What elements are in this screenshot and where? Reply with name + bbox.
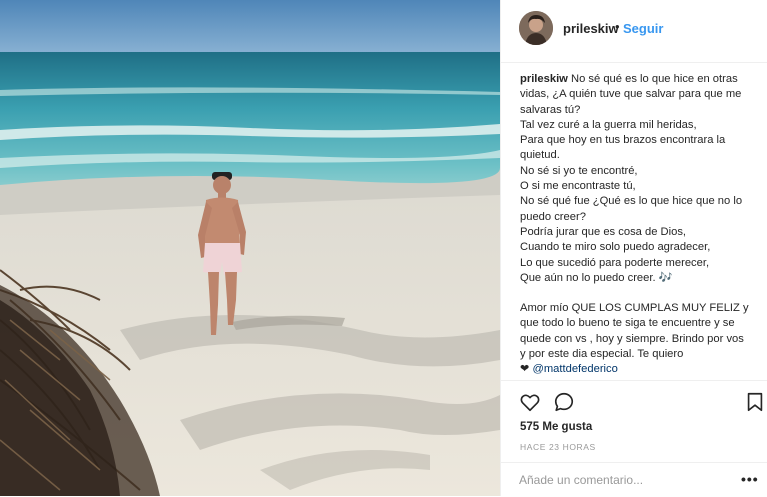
like-button[interactable] — [519, 391, 541, 413]
beach-scene-image — [0, 0, 500, 496]
caption-line: Podría jurar que es cosa de Dios, — [520, 225, 687, 238]
save-button[interactable] — [744, 391, 766, 413]
profile-photo-icon — [519, 11, 553, 45]
caption-line: Lo que sucedió para poderte merecer, — [520, 256, 710, 269]
more-options-ellipsis-icon[interactable]: ••• — [741, 471, 759, 487]
caption-line: Que aún no lo puedo creer. 🎶 — [520, 271, 673, 284]
instagram-post: prileskiw • Seguir prileskiw No sé qué e… — [0, 0, 767, 496]
follow-button[interactable]: Seguir — [623, 21, 663, 36]
header-username[interactable]: prileskiw — [563, 21, 619, 36]
caption-first-line: prileskiw No sé qué es lo que hice en ot… — [520, 72, 752, 118]
post-header: prileskiw • Seguir — [501, 0, 767, 63]
comment-button[interactable] — [553, 391, 575, 413]
caption-username[interactable]: prileskiw — [520, 73, 568, 85]
post-actions: 575 Me gusta HACE 23 HORAS — [501, 380, 767, 459]
post-sidebar: prileskiw • Seguir prileskiw No sé qué e… — [500, 0, 767, 496]
caption-line: No sé qué fue ¿Qué es lo que hice que no… — [520, 195, 743, 223]
speech-bubble-icon — [554, 392, 574, 412]
bookmark-icon — [747, 392, 763, 412]
caption: prileskiw No sé qué es lo que hice en ot… — [520, 72, 752, 378]
caption-fade — [520, 372, 752, 378]
post-photo[interactable] — [0, 0, 500, 496]
caption-line: Para que hoy en tus brazos encontrara la… — [520, 134, 726, 162]
comment-input[interactable] — [519, 473, 719, 487]
caption-paragraph: Amor mío QUE LOS CUMPLAS MUY FELIZ y que… — [520, 302, 749, 361]
likes-count[interactable]: 575 Me gusta — [520, 421, 592, 433]
caption-line: Tal vez curé a la guerra mil heridas, — [520, 118, 697, 131]
heart-outline-icon — [520, 394, 540, 412]
add-comment-row: ••• — [501, 462, 767, 497]
follow-separator-dot: • — [615, 19, 620, 34]
post-timestamp[interactable]: HACE 23 HORAS — [520, 442, 596, 452]
caption-line: No sé si yo te encontré, — [520, 164, 638, 177]
caption-line: O si me encontraste tú, — [520, 180, 636, 193]
avatar[interactable] — [519, 11, 553, 45]
caption-line: Cuando te miro solo puedo agradecer, — [520, 241, 711, 254]
